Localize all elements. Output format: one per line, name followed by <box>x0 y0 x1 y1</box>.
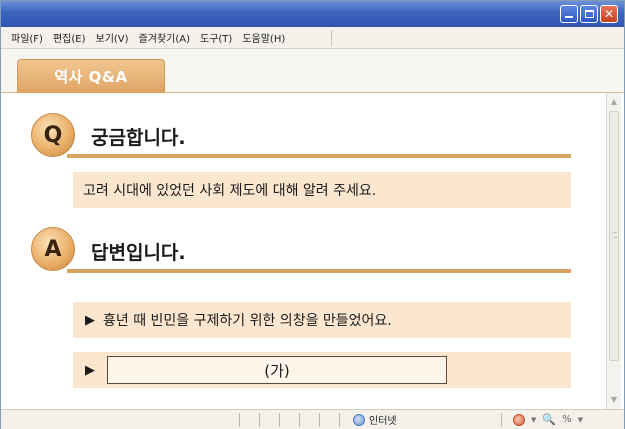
question-badge-letter: Q <box>43 122 63 148</box>
answer-badge: A <box>31 227 75 271</box>
answer-heading: 답변입니다. <box>91 242 186 264</box>
status-separator <box>239 413 240 427</box>
bullet-triangle-icon: ▶ <box>85 362 95 378</box>
scroll-thumb[interactable] <box>609 111 619 361</box>
globe-icon <box>353 413 365 426</box>
question-heading: 궁금합니다. <box>91 127 186 149</box>
status-right-tools: ▼ 🔍 % ▼ <box>513 413 583 426</box>
status-separator <box>339 413 340 427</box>
chevron-down-icon[interactable]: ▼ <box>531 416 536 424</box>
menu-view[interactable]: 보기(V) <box>96 30 129 45</box>
answer-text: 흉년 때 빈민을 구제하기 위한 의창을 만들었어요. <box>103 313 392 329</box>
menu-tools[interactable]: 도구(T) <box>200 30 232 45</box>
menu-separator <box>331 30 332 46</box>
menu-favorites[interactable]: 즐겨찾기(A) <box>139 30 190 45</box>
security-icon[interactable] <box>513 413 525 426</box>
tab-label: 역사 Q&A <box>54 68 128 86</box>
status-separator <box>279 413 280 427</box>
blank-label: (가) <box>264 361 290 380</box>
security-zone[interactable]: 인터넷 <box>353 412 397 427</box>
vertical-scrollbar[interactable]: ▲ ▼ <box>606 93 621 409</box>
chevron-down-icon[interactable]: ▼ <box>578 416 583 424</box>
menu-bar: 파일(F) 편집(E) 보기(V) 즐겨찾기(A) 도구(T) 도움말(H) <box>1 27 624 49</box>
status-separator <box>259 413 260 427</box>
close-button[interactable]: ✕ <box>600 5 618 23</box>
bullet-triangle-icon: ▶ <box>85 312 95 328</box>
question-box: 고려 시대에 있었던 사회 제도에 대해 알려 주세요. <box>73 172 571 208</box>
status-bar: 인터넷 ▼ 🔍 % ▼ <box>1 409 624 429</box>
answer-divider <box>67 269 571 273</box>
minimize-icon <box>565 16 573 18</box>
question-divider <box>67 154 571 158</box>
status-separator <box>501 413 502 427</box>
zoom-percent[interactable]: % <box>562 414 572 425</box>
answer-item: ▶ 흉년 때 빈민을 구제하기 위한 의창을 만들었어요. <box>73 302 571 338</box>
window-controls: ✕ <box>560 5 618 23</box>
answer-badge-letter: A <box>44 236 62 262</box>
menu-help[interactable]: 도움말(H) <box>242 30 285 45</box>
scroll-down-icon[interactable]: ▼ <box>607 393 621 407</box>
menu-edit[interactable]: 편집(E) <box>53 30 86 45</box>
question-text: 고려 시대에 있었던 사회 제도에 대해 알려 주세요. <box>83 183 377 199</box>
tab-history-qa[interactable]: 역사 Q&A <box>17 59 165 93</box>
browser-window: ✕ 파일(F) 편집(E) 보기(V) 즐겨찾기(A) 도구(T) 도움말(H)… <box>0 0 625 429</box>
zoom-icon[interactable]: 🔍 <box>542 413 556 426</box>
menu-file[interactable]: 파일(F) <box>11 30 43 45</box>
scroll-up-icon[interactable]: ▲ <box>607 95 621 109</box>
question-badge: Q <box>31 113 75 157</box>
zone-label: 인터넷 <box>369 416 397 427</box>
tab-strip: 역사 Q&A <box>1 49 624 93</box>
close-icon: ✕ <box>603 7 615 21</box>
scroll-grip <box>613 232 617 238</box>
title-bar[interactable]: ✕ <box>1 1 624 27</box>
minimize-button[interactable] <box>560 5 578 23</box>
maximize-icon <box>584 10 594 18</box>
status-separator <box>319 413 320 427</box>
maximize-button[interactable] <box>580 5 598 23</box>
status-separator <box>299 413 300 427</box>
answer-item-blank: ▶ (가) <box>73 352 571 388</box>
blank-box: (가) <box>107 356 447 384</box>
